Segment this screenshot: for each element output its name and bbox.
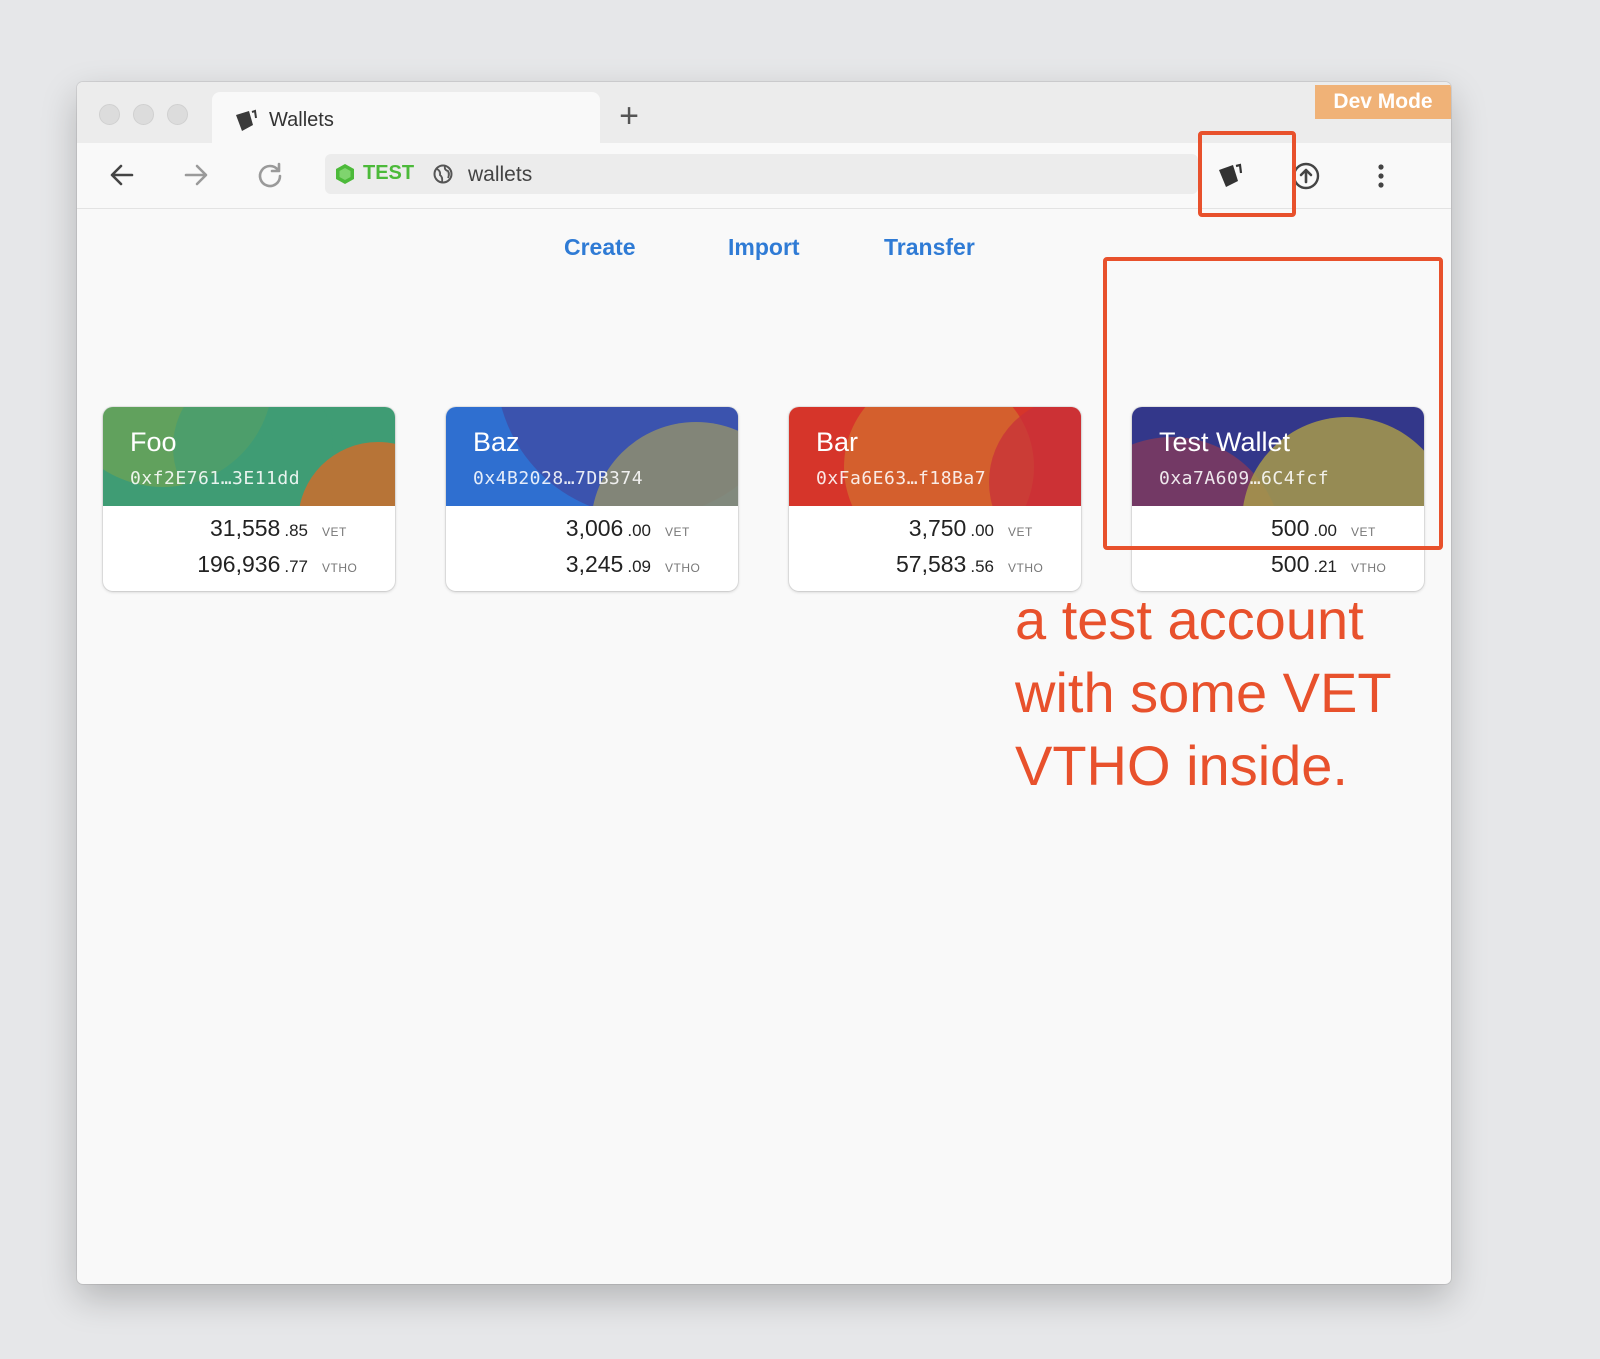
vet-balance-integer: 3,750 bbox=[908, 515, 967, 541]
forward-button[interactable] bbox=[178, 157, 214, 193]
vtho-unit: VTHO bbox=[1351, 561, 1387, 575]
import-link[interactable]: Import bbox=[728, 234, 800, 261]
new-tab-button[interactable]: + bbox=[609, 94, 649, 138]
vet-balance: 3,006.00 VET bbox=[451, 515, 711, 542]
vtho-unit: VTHO bbox=[665, 561, 701, 575]
wallet-name: Baz bbox=[473, 427, 520, 457]
vet-balance-decimal: .85 bbox=[284, 521, 308, 540]
back-button[interactable] bbox=[104, 157, 140, 193]
vet-balance-integer: 31,558 bbox=[210, 515, 281, 541]
wallet-icon bbox=[234, 109, 260, 133]
minimize-window-dot[interactable] bbox=[133, 104, 154, 125]
vet-balance: 31,558.85 VET bbox=[108, 515, 368, 542]
vtho-balance-decimal: .77 bbox=[284, 557, 308, 576]
more-vert-icon bbox=[1378, 164, 1384, 188]
forward-arrow-icon bbox=[184, 164, 208, 186]
vtho-balance: 196,936.77 VTHO bbox=[108, 551, 368, 578]
wallet-name: Foo bbox=[130, 427, 177, 457]
vtho-balance: 57,583.56 VTHO bbox=[794, 551, 1054, 578]
vet-balance-integer: 3,006 bbox=[565, 515, 624, 541]
vet-balance-decimal: .00 bbox=[627, 521, 651, 540]
vet-balance-decimal: .00 bbox=[970, 521, 994, 540]
address-bar[interactable]: TEST wallets bbox=[325, 154, 1198, 194]
wallet-address: 0x4B2028…7DB374 bbox=[473, 468, 644, 489]
tab-wallets[interactable]: Wallets bbox=[212, 92, 600, 143]
wallet-name: Bar bbox=[816, 427, 859, 457]
extension-button-highlight bbox=[1198, 131, 1296, 217]
transfer-link[interactable]: Transfer bbox=[884, 234, 975, 261]
vtho-balance-decimal: .21 bbox=[1313, 557, 1337, 576]
vet-unit: VET bbox=[1008, 525, 1033, 539]
wallet-address: 0xFa6E63…f18Ba7 bbox=[816, 468, 987, 489]
vtho-unit: VTHO bbox=[322, 561, 358, 575]
hexagon-icon bbox=[336, 163, 354, 184]
url-text: wallets bbox=[468, 163, 533, 186]
vtho-balance: 3,245.09 VTHO bbox=[451, 551, 711, 578]
network-badge: TEST bbox=[335, 162, 414, 185]
vet-balance: 3,750.00 VET bbox=[794, 515, 1054, 542]
test-wallet-highlight bbox=[1103, 257, 1443, 550]
vtho-balance-decimal: .09 bbox=[627, 557, 651, 576]
vtho-unit: VTHO bbox=[1008, 561, 1044, 575]
wallet-card-header: Bar 0xFa6E63…f18Ba7 bbox=[789, 407, 1081, 506]
vet-unit: VET bbox=[322, 525, 347, 539]
dev-mode-badge: Dev Mode bbox=[1315, 85, 1451, 119]
back-arrow-icon bbox=[110, 164, 134, 186]
reload-icon bbox=[258, 162, 282, 188]
more-menu-button[interactable] bbox=[1362, 157, 1400, 195]
vtho-balance-decimal: .56 bbox=[970, 557, 994, 576]
vtho-balance-integer: 500 bbox=[1270, 551, 1310, 577]
vtho-balance-integer: 196,936 bbox=[197, 551, 281, 577]
create-link[interactable]: Create bbox=[564, 234, 636, 261]
vtho-balance-integer: 3,245 bbox=[565, 551, 624, 577]
globe-icon bbox=[433, 164, 453, 189]
vtho-balance: 500.21 VTHO bbox=[1137, 551, 1397, 578]
network-label: TEST bbox=[363, 162, 415, 184]
wallet-card-header: Baz 0x4B2028…7DB374 bbox=[446, 407, 738, 506]
close-window-dot[interactable] bbox=[99, 104, 120, 125]
vet-unit: VET bbox=[665, 525, 690, 539]
wallet-card[interactable]: Baz 0x4B2028…7DB374 3,006.00 VET 3,245.09… bbox=[446, 407, 738, 591]
wallet-card-header: Foo 0xf2E761…3E11dd bbox=[103, 407, 395, 506]
zoom-window-dot[interactable] bbox=[167, 104, 188, 125]
wallet-card[interactable]: Foo 0xf2E761…3E11dd 31,558.85 VET 196,936… bbox=[103, 407, 395, 591]
tab-title: Wallets bbox=[269, 109, 334, 131]
vtho-balance-integer: 57,583 bbox=[896, 551, 967, 577]
reload-button[interactable] bbox=[252, 157, 288, 193]
wallet-card[interactable]: Bar 0xFa6E63…f18Ba7 3,750.00 VET 57,583.5… bbox=[789, 407, 1081, 591]
annotation-text: a test account with some VET VTHO inside… bbox=[1015, 588, 1391, 797]
wallet-address: 0xf2E761…3E11dd bbox=[130, 468, 301, 489]
